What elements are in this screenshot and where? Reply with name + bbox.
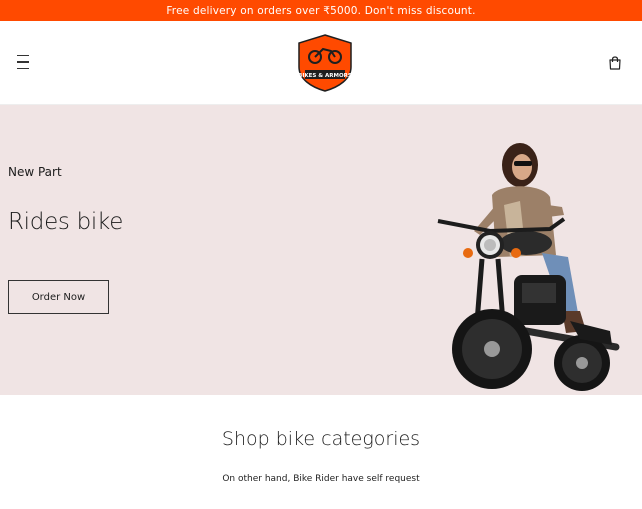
- hero-title: Rides bike: [8, 209, 124, 235]
- section-subtitle: On other hand, Bike Rider have self requ…: [222, 474, 420, 484]
- order-now-label: Order Now: [31, 291, 86, 303]
- logo-text: BIKES & ARMORS: [298, 73, 352, 79]
- site-header: BIKES & ARMORS: [0, 21, 642, 105]
- section-title: Shop bike categories: [221, 428, 421, 450]
- announcement-text: Free delivery on orders over ₹5000. Don'…: [166, 4, 476, 17]
- brand-logo[interactable]: BIKES & ARMORS: [295, 33, 355, 93]
- hamburger-menu-icon[interactable]: [14, 55, 32, 69]
- announcement-bar: Free delivery on orders over ₹5000. Don'…: [0, 0, 642, 21]
- shopping-bag-icon[interactable]: [607, 55, 623, 71]
- hero-banner: New Part Rides bike Order Now: [0, 105, 642, 395]
- hero-rider-image: [437, 143, 620, 391]
- hero-subtitle: New Part: [8, 165, 62, 179]
- order-now-button[interactable]: Order Now: [8, 280, 109, 314]
